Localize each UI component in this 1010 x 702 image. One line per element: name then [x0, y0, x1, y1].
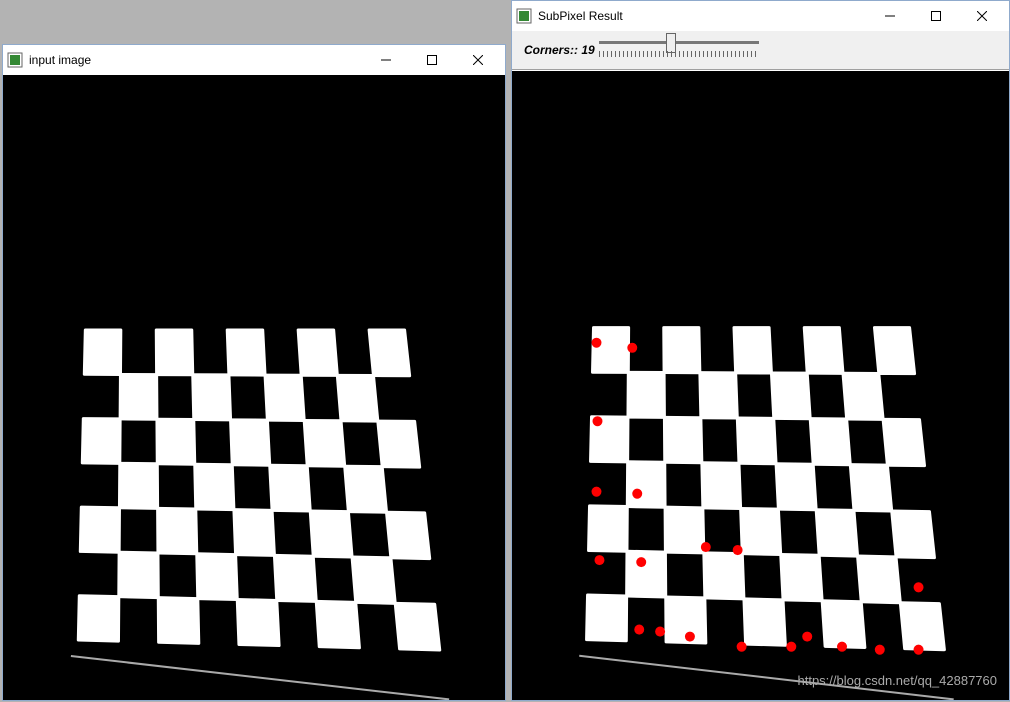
- detected-corner-dot: [685, 632, 695, 642]
- detected-corner-dot: [737, 642, 747, 652]
- detected-corner-dot: [595, 555, 605, 565]
- detected-corner-dot: [592, 338, 602, 348]
- image-canvas-result: https://blog.csdn.net/qq_42887760: [512, 71, 1009, 700]
- minimize-button[interactable]: [363, 45, 409, 75]
- titlebar-result: SubPixel Result: [512, 1, 1009, 31]
- detected-corner-dot: [655, 627, 665, 637]
- detected-corner-dot: [914, 582, 924, 592]
- window-subpixel-result: SubPixel Result Corners:: 19 https://blo…: [511, 0, 1010, 701]
- maximize-button[interactable]: [409, 45, 455, 75]
- detected-corner-dot: [592, 487, 602, 497]
- window-controls-result: [867, 1, 1005, 31]
- detected-corner-dot: [627, 343, 637, 353]
- trackbar-label: Corners:: 19: [524, 43, 595, 57]
- title-result: SubPixel Result: [538, 9, 623, 23]
- detected-corner-dot: [802, 632, 812, 642]
- checkerboard-with-corners: [512, 71, 1009, 700]
- trackbar-panel: Corners:: 19: [512, 31, 1009, 70]
- detected-corner-dot: [636, 557, 646, 567]
- checkerboard-image: [3, 75, 505, 700]
- app-icon: [7, 52, 23, 68]
- close-button[interactable]: [455, 45, 501, 75]
- detected-corner-dot: [875, 645, 885, 655]
- detected-corner-dot: [837, 642, 847, 652]
- slider-ticks: [599, 51, 759, 57]
- detected-corner-dot: [914, 645, 924, 655]
- close-button[interactable]: [959, 1, 1005, 31]
- detected-corner-dot: [634, 625, 644, 635]
- maximize-button[interactable]: [913, 1, 959, 31]
- detected-corner-dot: [593, 416, 603, 426]
- detected-corner-dot: [786, 642, 796, 652]
- corners-slider[interactable]: [599, 37, 759, 63]
- image-canvas-input: [3, 75, 505, 700]
- detected-corner-dot: [733, 545, 743, 555]
- minimize-button[interactable]: [867, 1, 913, 31]
- title-input: input image: [29, 53, 91, 67]
- slider-thumb[interactable]: [666, 33, 676, 53]
- window-controls-input: [363, 45, 501, 75]
- detected-corner-dot: [701, 542, 711, 552]
- slider-track: [599, 41, 759, 44]
- app-icon: [516, 8, 532, 24]
- window-input-image: input image: [2, 44, 506, 701]
- titlebar-input: input image: [3, 45, 505, 75]
- detected-corner-dot: [632, 489, 642, 499]
